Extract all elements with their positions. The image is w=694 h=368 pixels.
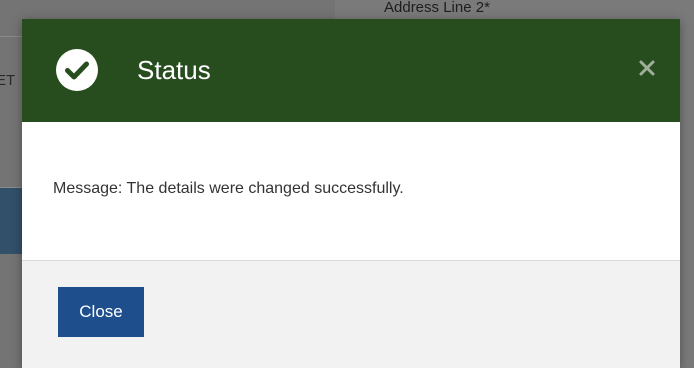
background-divider	[0, 36, 22, 37]
background-button	[0, 188, 22, 254]
dialog-header: Status	[22, 19, 680, 122]
close-button[interactable]: Close	[58, 287, 144, 337]
background-left-fragment-text: ET	[0, 72, 16, 89]
background-left-fragment: ET	[0, 72, 22, 89]
dialog-message: Message: The details were changed succes…	[53, 180, 404, 197]
dialog-footer: Close	[22, 260, 680, 368]
background-address-label: Address Line 2*	[384, 0, 490, 16]
close-icon[interactable]	[636, 57, 658, 79]
check-circle-icon	[56, 49, 98, 91]
dialog-body: Message: The details were changed succes…	[22, 122, 680, 260]
dialog-title: Status	[137, 55, 211, 85]
status-dialog: Status Message: The details were changed…	[22, 19, 680, 368]
